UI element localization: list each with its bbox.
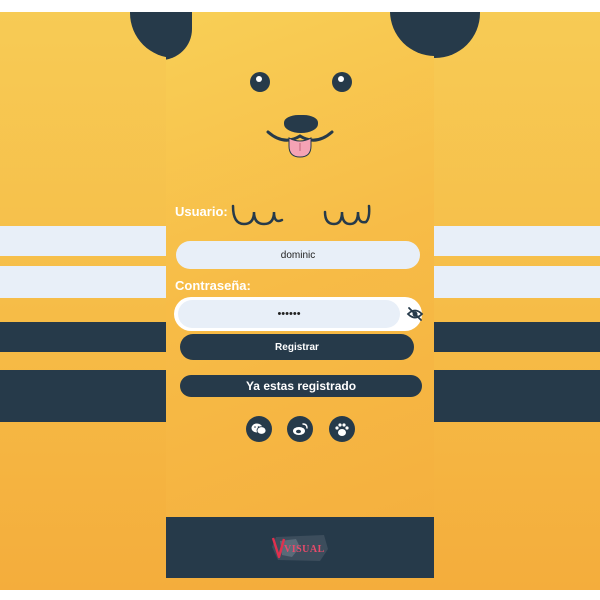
- password-label: Contraseña:: [175, 278, 251, 293]
- eye-right: [332, 72, 352, 92]
- wechat-icon: [251, 423, 267, 435]
- username-input[interactable]: dominic: [176, 241, 420, 269]
- password-input[interactable]: ••••••: [178, 300, 400, 328]
- wechat-button[interactable]: [246, 416, 272, 442]
- password-field-wrapper: ••••••: [174, 297, 424, 331]
- logo-text: VISUAL: [284, 544, 325, 555]
- paw-icon: [335, 422, 349, 436]
- paw-left-icon: [231, 204, 284, 226]
- login-card: Usuario: dominic Contraseña: •••••• Regi…: [166, 12, 434, 578]
- ear-right: [390, 12, 434, 56]
- dog-mouth: [266, 130, 334, 158]
- already-registered-button[interactable]: Ya estas registrado: [180, 375, 422, 397]
- footer-logo: VISUAL: [270, 533, 330, 563]
- register-button[interactable]: Registrar: [180, 334, 414, 360]
- ear-left: [166, 12, 192, 60]
- weibo-icon: [293, 423, 308, 435]
- eye-slash-icon[interactable]: [406, 305, 424, 323]
- eye-left: [250, 72, 270, 92]
- footer: VISUAL: [166, 517, 434, 578]
- weibo-button[interactable]: [287, 416, 313, 442]
- username-label: Usuario:: [175, 204, 228, 219]
- paw-right-icon: [323, 204, 371, 226]
- paw-button[interactable]: [329, 416, 355, 442]
